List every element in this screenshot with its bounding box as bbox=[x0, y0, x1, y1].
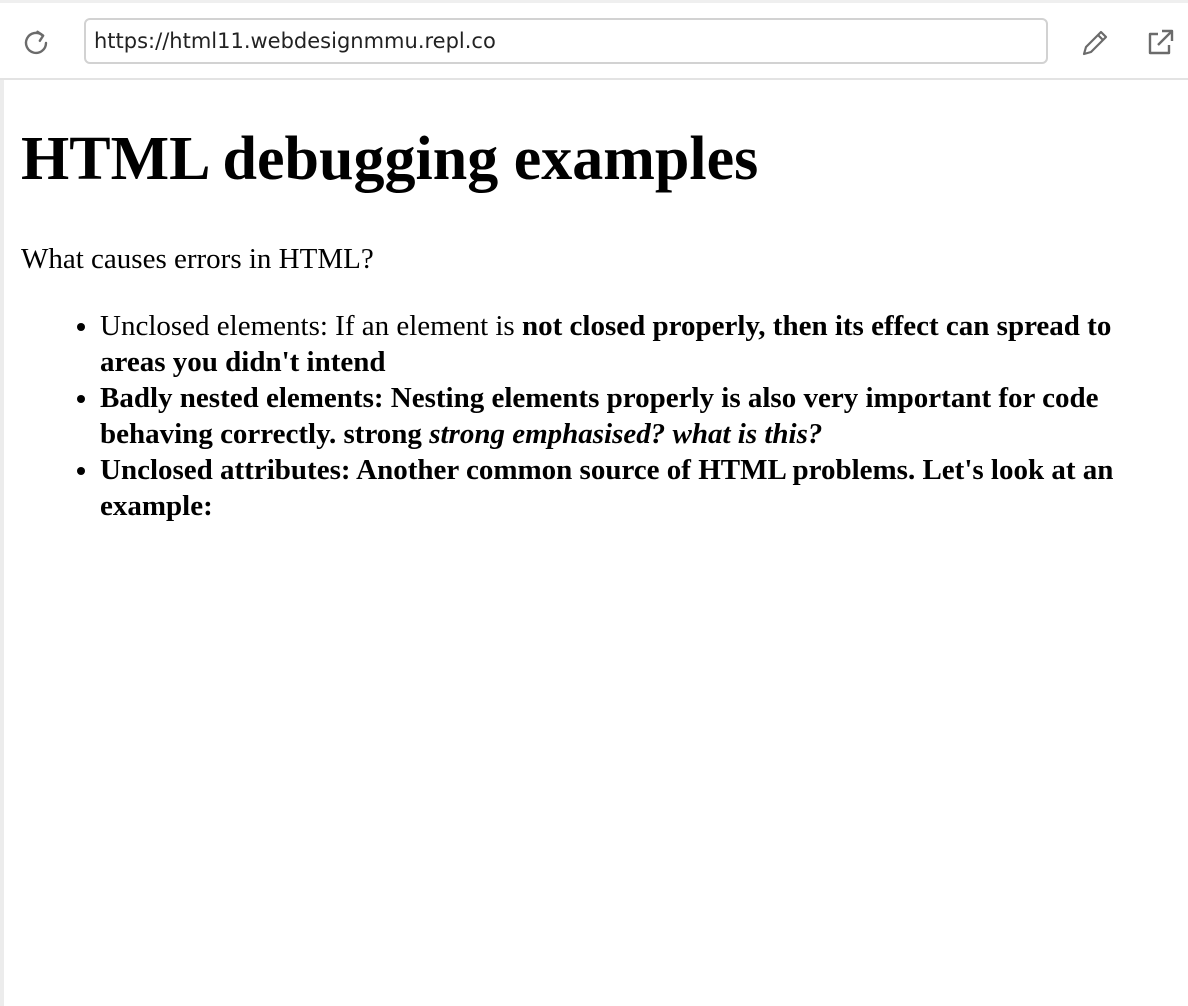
reload-button[interactable] bbox=[19, 26, 53, 60]
browser-toolbar bbox=[0, 0, 1188, 80]
url-input[interactable] bbox=[94, 29, 1046, 53]
edit-button[interactable] bbox=[1078, 26, 1112, 60]
list-item: Badly nested elements: Nesting elements … bbox=[100, 380, 1171, 452]
list-item-text: Unclosed elements: If an element is bbox=[100, 310, 522, 342]
list-item-bold-italic-text: strong emphasised? what is this? bbox=[429, 418, 823, 450]
page-content: HTML debugging examples What causes erro… bbox=[21, 80, 1171, 524]
list-item-bold-text: Unclosed attributes: Another common sour… bbox=[100, 454, 1114, 522]
list-item: Unclosed elements: If an element is not … bbox=[100, 308, 1171, 380]
address-bar[interactable] bbox=[84, 18, 1048, 64]
open-in-new-tab-button[interactable] bbox=[1143, 26, 1177, 60]
error-causes-list: Unclosed elements: If an element is not … bbox=[21, 308, 1171, 524]
list-item: Unclosed attributes: Another common sour… bbox=[100, 452, 1171, 524]
intro-paragraph: What causes errors in HTML? bbox=[21, 243, 374, 275]
window-left-edge bbox=[0, 0, 4, 1006]
reload-icon bbox=[24, 30, 48, 55]
external-link-icon bbox=[1148, 29, 1174, 55]
page-title: HTML debugging examples bbox=[21, 125, 759, 193]
pencil-icon bbox=[1082, 30, 1108, 56]
